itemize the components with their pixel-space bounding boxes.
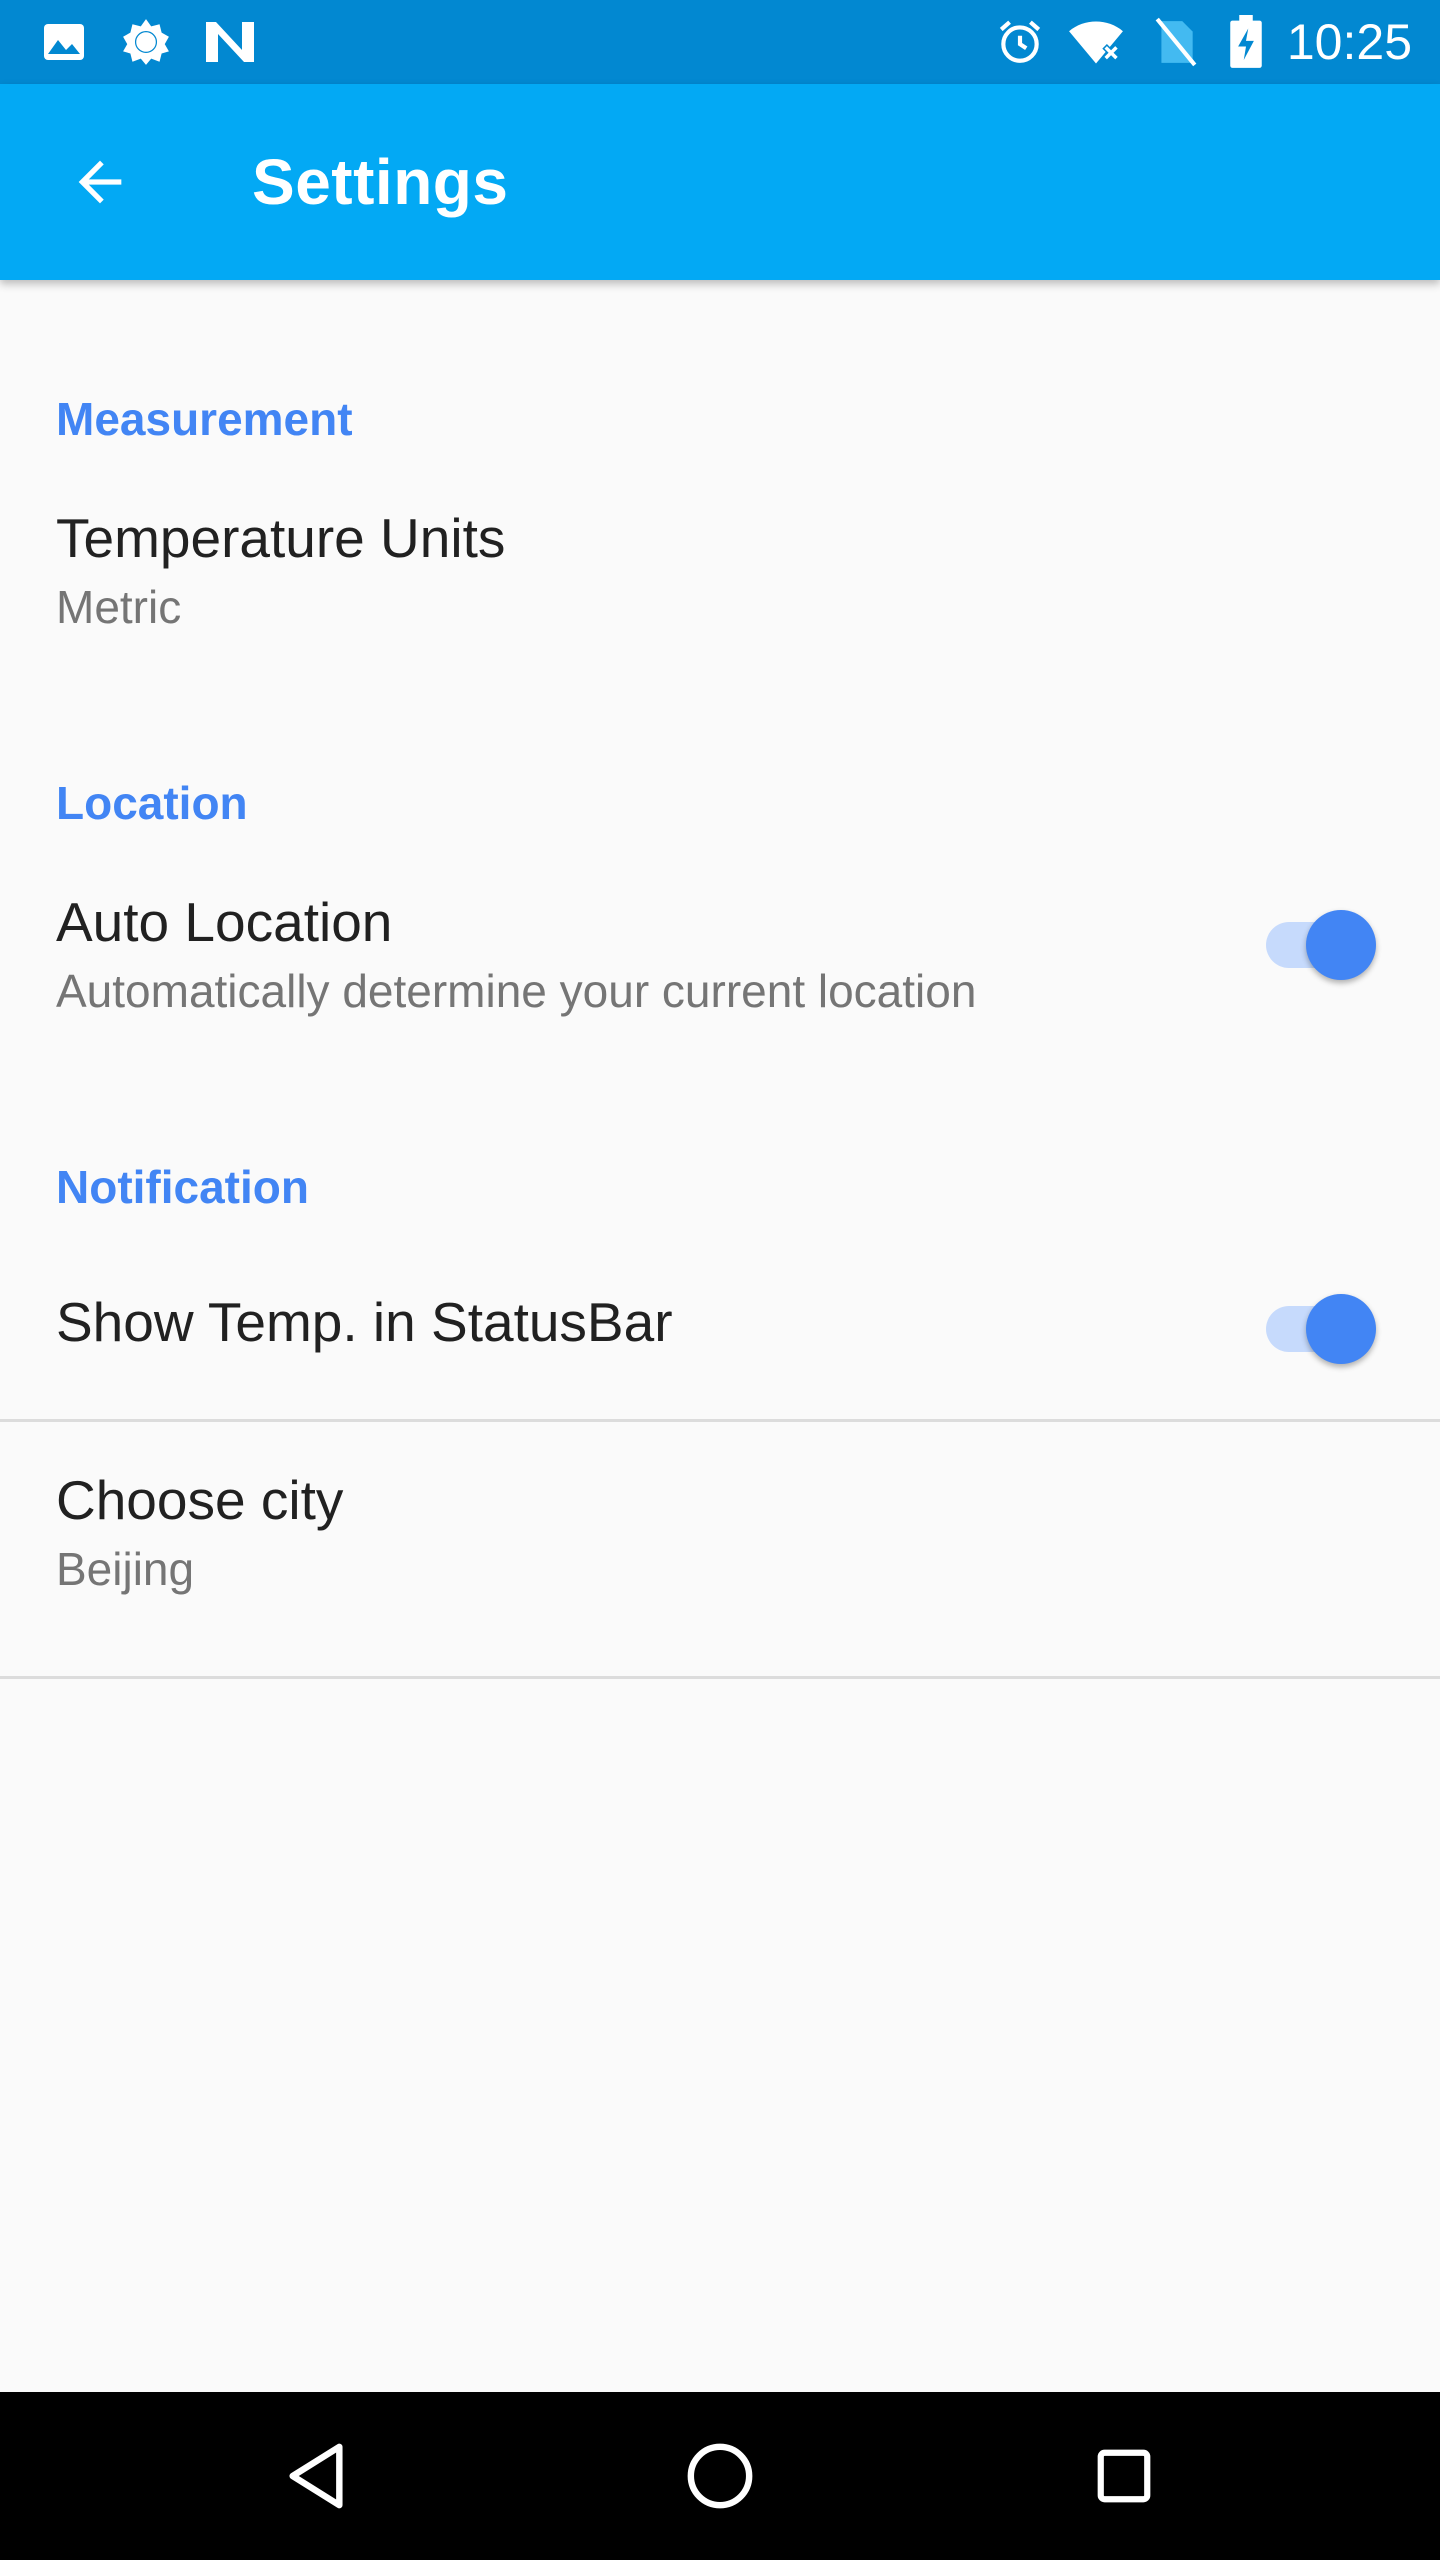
wifi-icon xyxy=(1068,14,1124,70)
back-button[interactable] xyxy=(52,134,148,230)
pref-temperature-units[interactable]: Temperature Units Metric xyxy=(0,480,1440,730)
auto-location-switch[interactable] xyxy=(1256,898,1376,980)
pref-title: Show Temp. in StatusBar xyxy=(56,1291,673,1353)
page-title: Settings xyxy=(252,146,509,218)
pref-summary: Beijing xyxy=(56,1543,195,1595)
statusbar-temp-switch[interactable] xyxy=(1256,1282,1376,1364)
pref-show-temp-statusbar[interactable]: Show Temp. in StatusBar xyxy=(0,1250,1440,1390)
app-bar: Settings xyxy=(0,84,1440,280)
battery-charging-icon xyxy=(1218,14,1274,70)
switch-thumb xyxy=(1306,910,1376,980)
status-bar: 10:25 xyxy=(0,0,1440,84)
switch-thumb xyxy=(1306,1294,1376,1364)
nav-recents-button[interactable] xyxy=(1074,2426,1174,2526)
recents-square-icon xyxy=(1097,2449,1151,2503)
no-sim-icon xyxy=(1148,14,1204,70)
brightness-icon xyxy=(118,14,174,70)
divider xyxy=(0,1676,1440,1679)
home-circle-icon xyxy=(687,2443,753,2509)
category-header-location: Location xyxy=(56,777,248,829)
pref-choose-city[interactable]: Choose city Beijing xyxy=(0,1422,1440,1676)
pref-summary: Automatically determine your current loc… xyxy=(56,965,977,1017)
category-header-measurement: Measurement xyxy=(56,393,353,445)
pref-title: Choose city xyxy=(56,1469,344,1531)
pref-auto-location[interactable]: Auto Location Automatically determine yo… xyxy=(0,864,1440,1114)
image-icon xyxy=(36,14,92,70)
n-logo-icon xyxy=(202,14,258,70)
category-header-notification: Notification xyxy=(56,1161,309,1213)
alarm-icon xyxy=(992,14,1048,70)
navigation-bar xyxy=(0,2392,1440,2560)
back-triangle-icon xyxy=(289,2443,343,2509)
pref-summary: Metric xyxy=(56,581,182,633)
nav-home-button[interactable] xyxy=(670,2426,770,2526)
nav-back-button[interactable] xyxy=(266,2426,366,2526)
arrow-back-icon xyxy=(78,160,122,204)
pref-title: Auto Location xyxy=(56,891,393,953)
pref-title: Temperature Units xyxy=(56,507,506,569)
status-time: 10:25 xyxy=(1286,14,1412,70)
